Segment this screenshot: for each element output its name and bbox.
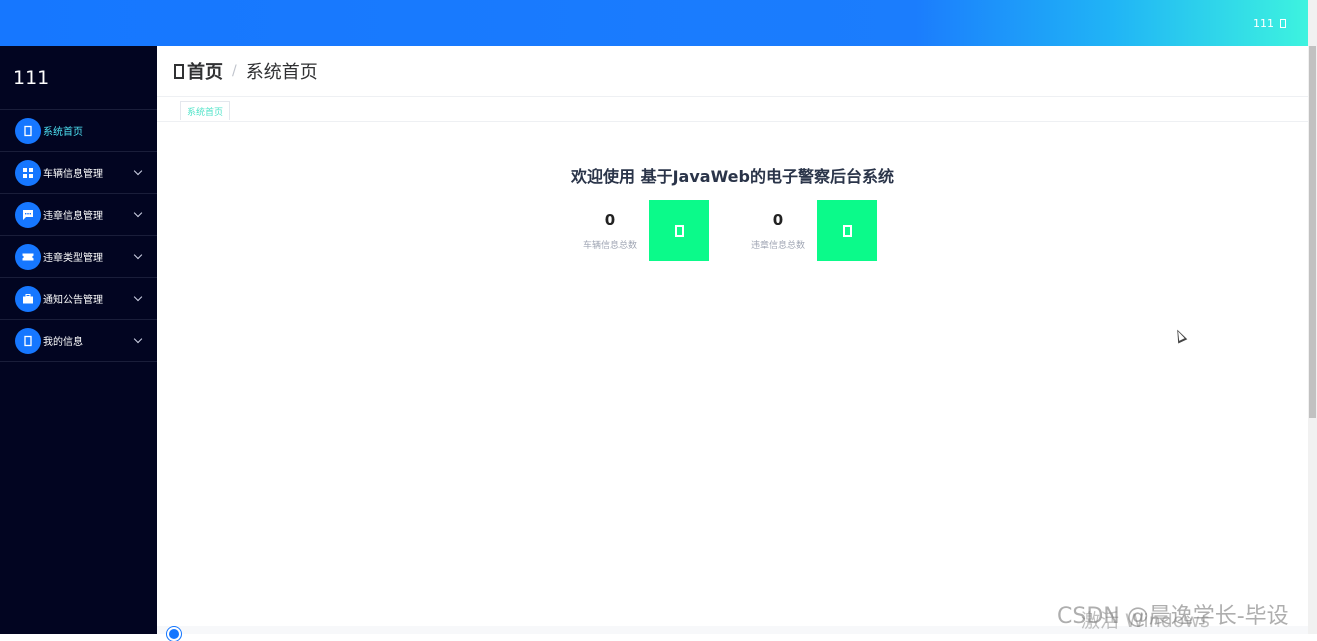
user-dropdown-icon[interactable] <box>1280 19 1286 28</box>
sidebar-item-label: 我的信息 <box>43 337 83 348</box>
stat-icon <box>649 200 709 261</box>
sidebar-item-label: 违章类型管理 <box>43 253 103 264</box>
vertical-scrollbar[interactable] <box>1308 0 1317 634</box>
chevron-down-icon <box>133 208 143 218</box>
sidebar-item-label: 违章信息管理 <box>43 211 103 222</box>
sidebar-item-label: 通知公告管理 <box>43 295 103 306</box>
grid-icon <box>15 159 41 186</box>
sidebar-item-violation[interactable]: 违章信息管理 <box>0 194 157 236</box>
tab-home[interactable]: 系统首页 <box>180 101 231 120</box>
sidebar-item-label: 车辆信息管理 <box>43 169 103 180</box>
stat-card-vehicles: 0 车辆信息总数 <box>571 200 709 261</box>
user-name: 111 <box>1253 17 1274 30</box>
sidebar-item-profile[interactable]: 我的信息 <box>0 320 157 362</box>
welcome-title: 欢迎使用 基于JavaWeb的电子警察后台系统 <box>571 167 894 186</box>
stat-value: 0 <box>604 210 616 229</box>
breadcrumb-current: 系统首页 <box>245 62 318 83</box>
breadcrumb-home[interactable]: 首页 <box>187 58 223 84</box>
home-icon <box>174 63 184 79</box>
sidebar-item-home[interactable]: 系统首页 <box>0 110 157 152</box>
top-header: 111 <box>0 0 1308 46</box>
chevron-down-icon <box>133 166 143 176</box>
stat-icon <box>817 200 877 261</box>
sidebar-item-violation-type[interactable]: 违章类型管理 <box>0 236 157 278</box>
csdn-watermark: CSDN @晨逸学长-毕设 <box>1057 604 1289 629</box>
chat-icon <box>15 201 41 228</box>
sidebar-brand: 111 <box>0 46 157 110</box>
sidebar-item-notice[interactable]: 通知公告管理 <box>0 278 157 320</box>
scrollbar-thumb[interactable] <box>1309 46 1316 418</box>
ticket-icon <box>15 243 41 270</box>
stat-label: 车辆信息总数 <box>582 240 637 251</box>
user-icon <box>15 327 41 354</box>
chevron-down-icon <box>133 292 143 302</box>
stat-label: 违章信息总数 <box>750 240 805 251</box>
stats-cards: 0 车辆信息总数 0 违章信息总数 <box>571 200 877 261</box>
sidebar-item-vehicle[interactable]: 车辆信息管理 <box>0 152 157 194</box>
chevron-down-icon <box>133 334 143 344</box>
breadcrumb: 首页 / 系统首页 <box>157 46 1308 97</box>
main-content: 首页 / 系统首页 系统首页 欢迎使用 基于JavaWeb的电子警察后台系统 0… <box>157 46 1308 634</box>
chevron-down-icon <box>133 250 143 260</box>
briefcase-icon <box>15 285 41 312</box>
home-icon <box>15 117 41 144</box>
breadcrumb-separator: / <box>232 63 237 79</box>
sidebar-item-label: 系统首页 <box>43 127 83 138</box>
scroll-handle[interactable] <box>167 627 181 641</box>
sidebar: 111 系统首页 车辆信息管理 违章信息管理 违章类型管理 通知公告管理 我的信… <box>0 46 157 634</box>
tags-bar: 系统首页 <box>157 97 1308 122</box>
stat-value: 0 <box>772 210 784 229</box>
stat-card-violations: 0 违章信息总数 <box>739 200 877 261</box>
user-menu[interactable]: 111 <box>1253 17 1286 30</box>
